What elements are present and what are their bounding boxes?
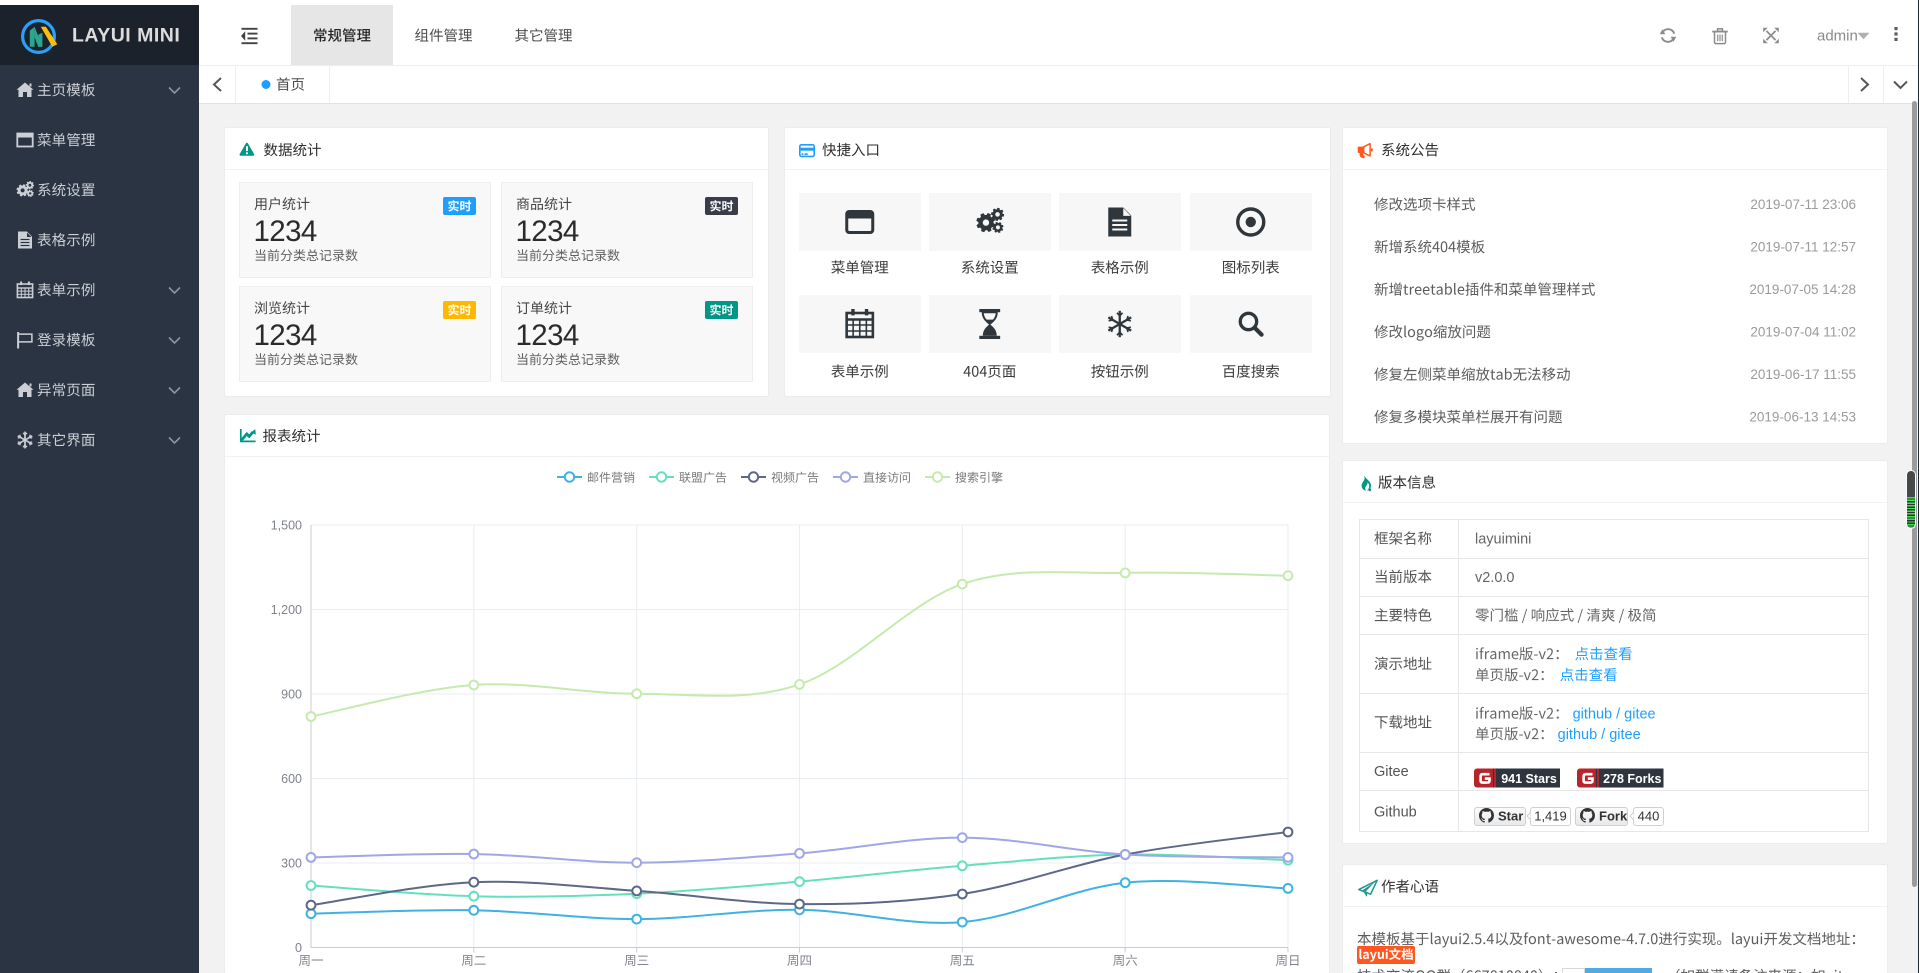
svg-text:440: 440 xyxy=(1638,809,1660,824)
svg-text:layuimini: layuimini xyxy=(1475,532,1531,548)
svg-text:1,419: 1,419 xyxy=(1534,809,1567,824)
svg-text:941 Stars: 941 Stars xyxy=(1501,772,1557,786)
svg-text:admin: admin xyxy=(1817,28,1858,45)
svg-text:Star: Star xyxy=(1498,809,1523,824)
svg-text:1234: 1234 xyxy=(254,215,317,248)
svg-text:2019-07-11 23:06: 2019-07-11 23:06 xyxy=(1750,197,1856,212)
svg-text:2019-07-05 14:28: 2019-07-05 14:28 xyxy=(1749,282,1856,297)
svg-text:github / gitee: github / gitee xyxy=(1573,707,1656,723)
svg-text:278 Forks: 278 Forks xyxy=(1603,772,1661,786)
svg-text:2019-07-04 11:02: 2019-07-04 11:02 xyxy=(1750,325,1856,340)
svg-text:v2.0.0: v2.0.0 xyxy=(1475,570,1515,586)
svg-text:2019-07-11 12:57: 2019-07-11 12:57 xyxy=(1750,240,1856,255)
svg-text:github / gitee: github / gitee xyxy=(1558,727,1641,743)
svg-text:Github: Github xyxy=(1374,804,1417,820)
svg-text:2019-06-13 14:53: 2019-06-13 14:53 xyxy=(1749,410,1856,425)
svg-text:2019-06-17 11:55: 2019-06-17 11:55 xyxy=(1750,367,1856,382)
svg-text:1,200: 1,200 xyxy=(271,603,302,617)
svg-text:1,500: 1,500 xyxy=(271,519,302,533)
svg-text:Fork: Fork xyxy=(1599,809,1628,824)
svg-text:1234: 1234 xyxy=(516,215,579,248)
svg-text:300: 300 xyxy=(281,857,302,871)
svg-text:900: 900 xyxy=(281,688,302,702)
svg-text:LAYUI MINI: LAYUI MINI xyxy=(72,25,180,47)
svg-text:1234: 1234 xyxy=(254,319,317,352)
svg-text:Gitee: Gitee xyxy=(1374,764,1409,780)
svg-text:0: 0 xyxy=(295,941,302,955)
svg-text:600: 600 xyxy=(281,772,302,786)
svg-text:1234: 1234 xyxy=(516,319,579,352)
